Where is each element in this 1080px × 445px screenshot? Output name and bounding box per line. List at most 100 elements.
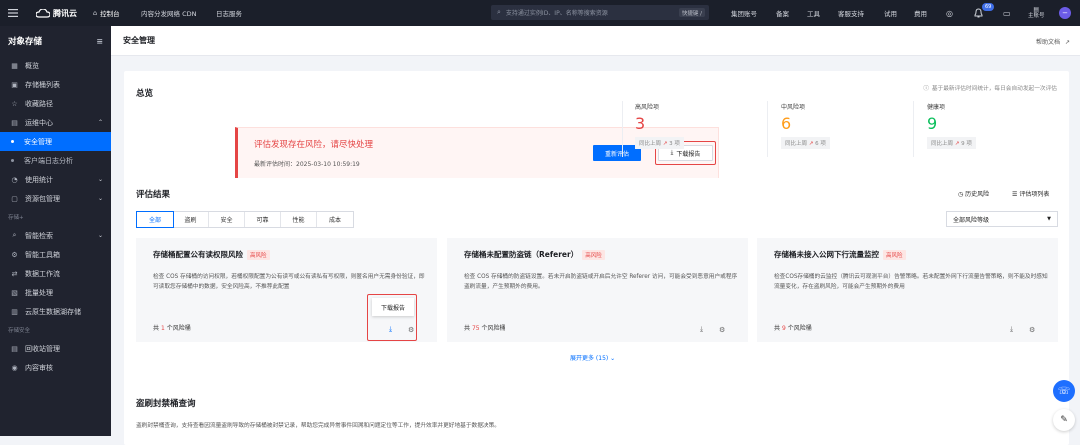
risk-title-text: 存储桶未接入公网下行流量监控 [774,250,879,259]
page-header: 安全管理 帮助文档 ↗ [111,26,1080,56]
package-icon: ▢ [11,194,18,203]
sidebar-item-recycle-bin[interactable]: ▤ 回收站管理 [0,339,111,358]
sidebar-item-ops-center[interactable]: ▤ 运维中心 ⌃ [0,113,111,132]
assessment-list-link[interactable]: ☰ 评估项列表 [1012,189,1049,198]
sidebar-item-content-audit[interactable]: ◉ 内容审核 [0,358,111,377]
count-value: 1 [160,325,165,332]
sidebar-item-label: 回收站管理 [25,344,60,353]
stat-delta: 3 项 [669,141,680,147]
search-icon: ⌕ [497,8,501,16]
reassess-button[interactable]: 重新评估 [593,145,641,161]
compass-icon[interactable]: ◎ [946,0,953,26]
sidebar-item-buckets[interactable]: ▣ 存储桶列表 [0,75,111,94]
settings-icon[interactable]: ⚙ [1029,326,1035,334]
info-icon: ⓘ [923,86,929,92]
nav-cdn[interactable]: 内容分发网络 CDN [141,0,196,26]
expand-more-link[interactable]: 展开更多 (15) ⌄ [570,353,615,362]
monitor-icon[interactable]: ▭ [1003,0,1011,26]
sidebar-item-label: 存储桶列表 [25,80,60,89]
stat-compare-label: 同比上周 [785,141,808,147]
download-icon[interactable]: ⤓ [700,325,703,334]
highlight-frame [367,294,417,341]
alert-time-value: 2025-03-10 10:59:19 [296,161,360,168]
sidebar-item-overview[interactable]: ▦ 概览 [0,56,111,75]
home-icon: ⌂ [93,9,98,17]
dot-icon [11,159,14,162]
sidebar-item-usage[interactable]: ◔ 使用统计 ⌄ [0,170,111,189]
sidebar-item-packages[interactable]: ▢ 资源包管理 ⌄ [0,189,111,208]
download-icon[interactable]: ⤓ [1010,325,1013,334]
stat-compare-label: 同比上周 [639,141,662,147]
stat-compare-label: 同比上周 [931,141,954,147]
link-filing[interactable]: 备案 [776,0,789,26]
sidebar-item-label: 资源包管理 [25,194,60,203]
history-icon: ◷ [958,191,964,198]
chevron-down-icon: ⌄ [97,232,103,239]
blocked-title: 盗刷封禁桶查询 [136,399,196,409]
notification-badge: 69 [982,3,995,11]
tab-theft[interactable]: 盗刷 [173,212,209,227]
tab-reliability[interactable]: 可靠 [245,212,281,227]
help-docs-link[interactable]: 帮助文档 ↗ [1036,37,1070,46]
global-search[interactable]: ⌕ 支持通过实例ID、IP、名称等搜索资源 快捷键 / [491,5,709,20]
console-label: 控制台 [100,10,120,18]
overview-note-text: 基于最新评估时间统计，每日会自动发起一次评估 [931,86,1057,92]
stat-label: 健康项 [927,104,946,111]
caret-down-icon: ▼ [1047,216,1051,222]
risk-card-referer[interactable]: 存储桶未配置防盗链（Referer） 高风险 检查 COS 存储桶的防盗链设置。若… [447,238,748,342]
account-label: 主账号 [1028,13,1045,19]
sidebar: 对象存储 ≡ ▦ 概览 ▣ 存储桶列表 ☆ 收藏路径 ▤ 运维中心 ⌃ 安全管理 客户端日… [0,26,111,436]
count-prefix: 共 [774,325,781,332]
sidebar-item-label: 智能检索 [25,231,53,240]
sidebar-item-workflow[interactable]: ⇄ 数据工作流 [0,264,111,283]
link-billing[interactable]: 费用 [914,0,927,26]
feedback-icon[interactable]: ✎ [1053,409,1075,431]
menu-icon[interactable] [8,0,18,26]
nav-log-service[interactable]: 日志服务 [216,0,242,26]
tab-security[interactable]: 安全 [209,212,245,227]
bell-icon[interactable]: 69 [974,0,995,26]
sidebar-item-label: 概览 [25,61,39,70]
overview-note: ⓘ 基于最新评估时间统计，每日会自动发起一次评估 [923,83,1057,92]
results-title: 评估结果 [136,190,171,200]
chevron-up-icon: ⌃ [97,119,103,126]
tab-cost[interactable]: 成本 [317,212,353,227]
sidebar-item-smart-search[interactable]: ⌕ 智能检索 ⌄ [0,226,111,245]
tab-performance[interactable]: 性能 [281,212,317,227]
sidebar-item-batch[interactable]: ▧ 批量处理 [0,283,111,302]
stat-label: 高风险项 [635,104,660,111]
cloud-logo-icon [36,8,50,18]
star-icon: ☆ [11,99,18,108]
console-link[interactable]: ⌂ 控制台 [93,0,120,26]
risk-level-select[interactable]: 全部风险等级 ▼ [946,211,1058,227]
stat-healthy: 健康项 9 同比上周 ↗ 9 项 [927,102,1072,157]
sidebar-item-label: 客户端日志分析 [24,156,73,165]
link-tools[interactable]: 工具 [807,0,820,26]
sidebar-item-client-log[interactable]: 客户端日志分析 [0,151,111,170]
overview-title: 总览 [136,89,154,99]
tab-all[interactable]: 全部 [136,211,174,228]
count-suffix: 个风险桶 [481,325,506,332]
search-icon: ⌕ [12,231,17,239]
sidebar-item-toolbox[interactable]: ⚙ 智能工具箱 [0,245,111,264]
collapse-icon[interactable]: ≡ [96,37,103,46]
link-group-account[interactable]: 集团账号 [731,0,757,26]
chevron-down-icon: ⌄ [610,355,616,362]
history-risk-link[interactable]: ◷ 历史风险 [958,189,989,198]
account-menu[interactable]: ▤ 主账号 [1028,0,1045,26]
sidebar-item-label: 批量处理 [25,288,53,297]
user-avatar[interactable]: − [1059,0,1071,26]
stat-compare: 同比上周 ↗ 6 项 [781,137,830,149]
expand-label: 展开更多 (15) [570,355,609,362]
tencent-cloud-logo[interactable]: 腾讯云 [36,0,77,26]
sidebar-item-favorites[interactable]: ☆ 收藏路径 [0,94,111,113]
sidebar-item-security[interactable]: 安全管理 [0,132,111,151]
risk-card-traffic-monitor[interactable]: 存储桶未接入公网下行流量监控 高风险 检查COS存储桶的云监控（腾讯云可观测平台）… [757,238,1058,342]
link-trial[interactable]: 试用 [884,0,897,26]
settings-icon[interactable]: ⚙ [719,326,725,334]
risk-card-desc: 检查COS存储桶的云监控（腾讯云可观测平台）告警策略。若未配置外网下行流量告警策… [774,274,1048,290]
sidebar-item-data-lake[interactable]: ▥ 云原生数据湖存储 [0,302,111,321]
workflow-icon: ⇄ [11,269,18,278]
customer-service-icon[interactable]: ☏ [1053,380,1075,402]
link-support[interactable]: 客服支持 [838,0,864,26]
